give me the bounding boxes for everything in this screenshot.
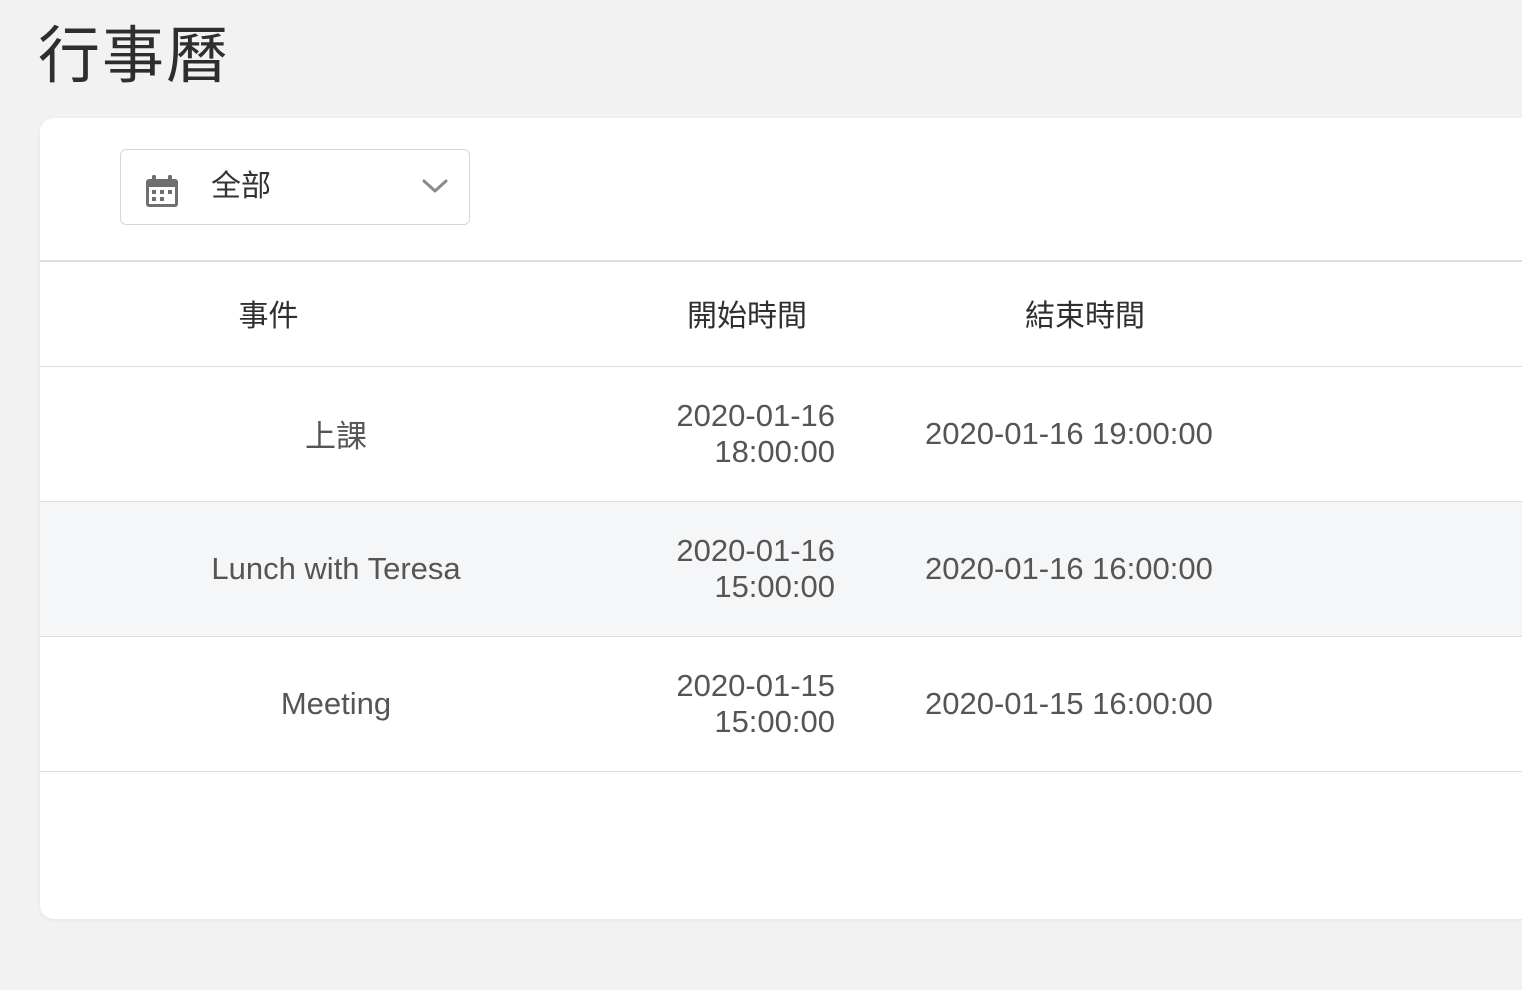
table-row[interactable]: Lunch with Teresa 2020-01-16 15:00:00 20… bbox=[40, 501, 1522, 636]
event-name: Lunch with Teresa bbox=[211, 550, 461, 586]
column-header-start[interactable]: 開始時間 bbox=[552, 261, 835, 366]
event-name: Meeting bbox=[280, 685, 392, 721]
page-title: 行事曆 bbox=[38, 19, 231, 92]
events-card: 全部 事件 開始時間 結束時間 上課 2020-01-16 18:00:00 2… bbox=[40, 118, 1522, 919]
events-table: 事件 開始時間 結束時間 上課 2020-01-16 18:00:00 2020… bbox=[40, 261, 1522, 772]
table-row[interactable]: 上課 2020-01-16 18:00:00 2020-01-16 19:00:… bbox=[40, 366, 1522, 501]
table-row[interactable]: Meeting 2020-01-15 15:00:00 2020-01-15 1… bbox=[40, 636, 1522, 771]
event-name: 上課 bbox=[305, 419, 367, 454]
event-end: 2020-01-16 16:00:00 bbox=[925, 550, 1213, 586]
column-header-end[interactable]: 結束時間 bbox=[835, 261, 1325, 366]
column-header-empty bbox=[1325, 261, 1522, 366]
event-start: 2020-01-16 18:00:00 bbox=[676, 397, 835, 469]
calendar-icon bbox=[146, 175, 178, 207]
calendar-filter-select[interactable]: 全部 bbox=[120, 149, 470, 225]
column-header-event[interactable]: 事件 bbox=[40, 261, 552, 366]
event-start: 2020-01-15 15:00:00 bbox=[676, 667, 835, 739]
event-end: 2020-01-16 19:00:00 bbox=[925, 415, 1213, 451]
event-start: 2020-01-16 15:00:00 bbox=[676, 532, 835, 604]
filter-selected-value: 全部 bbox=[211, 169, 271, 204]
chevron-down-icon[interactable] bbox=[421, 176, 449, 196]
event-end: 2020-01-15 16:00:00 bbox=[925, 685, 1213, 721]
table-header-row: 事件 開始時間 結束時間 bbox=[40, 261, 1522, 366]
